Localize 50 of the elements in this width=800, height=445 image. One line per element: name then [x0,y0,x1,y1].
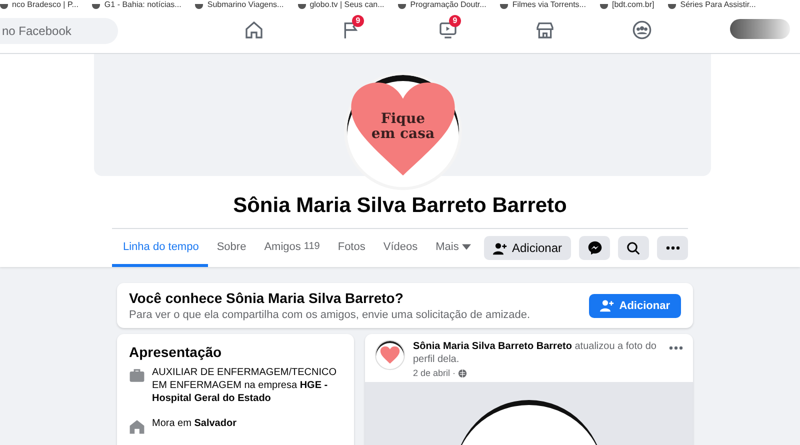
add-person-icon [492,242,507,254]
user-avatar[interactable] [730,19,790,39]
profile-tab[interactable]: Amigos 119 [255,229,329,267]
post-text: Sônia Maria Silva Barreto Barreto atualizou a foto do perfil dela. [413,340,658,366]
search-field[interactable]: no Facebook [0,18,118,44]
bookmark-link[interactable]: Filmes via Torrents... [500,0,586,9]
profile-tab[interactable]: Sobre [208,229,256,267]
more-icon[interactable] [669,346,683,350]
profile-tab[interactable]: Vídeos [374,229,427,267]
notification-badge: 9 [449,15,461,27]
profile-name: Sônia Maria Silva Barreto Barreto [233,194,567,219]
add-friend-button[interactable]: Adicionar [589,294,681,318]
search-button[interactable] [618,236,649,260]
post-date: 2 de abril · [413,368,456,378]
more-button[interactable] [657,236,688,260]
groups-icon [632,20,652,40]
house-icon [129,419,145,434]
suggestion-text: Para ver o que ela compartilha com os amigos, envie uma solicitação de amizade. [129,309,530,321]
profile-picture[interactable]: Fique em casa [344,72,462,190]
intro-item-text: AUXILIAR DE ENFERMAGEM/TECNICO EM ENFERMAGEM na empresa HGE - Hospital Geral do Estado [152,366,338,405]
flag-nav-button[interactable]: 9 [331,15,371,47]
notification-badge: 9 [352,15,364,27]
profile-tab[interactable]: Linha do tempo [112,229,208,267]
messenger-button[interactable] [579,236,610,260]
more-icon [666,246,680,250]
intro-item-text: Mora em Salvador [152,417,236,430]
heart-drawing [380,346,400,364]
add-friend-button[interactable]: Adicionar [484,236,571,260]
author-avatar[interactable] [375,340,405,370]
home-icon [244,20,264,40]
picture-caption: Fique em casa [370,112,436,142]
bookmark-link[interactable]: globo.tv | Seus can... [298,0,384,9]
bookmark-link[interactable]: [bdt.com.br] [600,0,654,9]
briefcase-icon [129,368,145,383]
bookmark-link[interactable]: nco Bradesco | P... [0,0,78,9]
intro-title: Apresentação [129,344,223,360]
profile-tab[interactable]: Fotos [328,229,374,267]
bookmark-link[interactable]: Séries Para Assistir... [668,0,756,9]
profile-tab[interactable]: Mais [426,229,480,267]
messenger-icon [586,240,602,256]
bookmark-link[interactable]: G1 - Bahia: notícias... [92,0,182,9]
suggestion-title: Você conhece Sônia Maria Silva Barreto? [129,290,404,306]
video-nav-button[interactable]: 9 [428,15,468,47]
bookmark-link[interactable]: Submarino Viagens... [195,0,284,9]
post-author-link[interactable]: Sônia Maria Silva Barreto Barreto [413,341,572,352]
bookmark-link[interactable]: Programação Doutr... [398,0,486,9]
search-icon [626,240,641,256]
add-person-icon [600,299,614,312]
globe-icon [458,368,467,378]
store-icon [535,20,555,40]
